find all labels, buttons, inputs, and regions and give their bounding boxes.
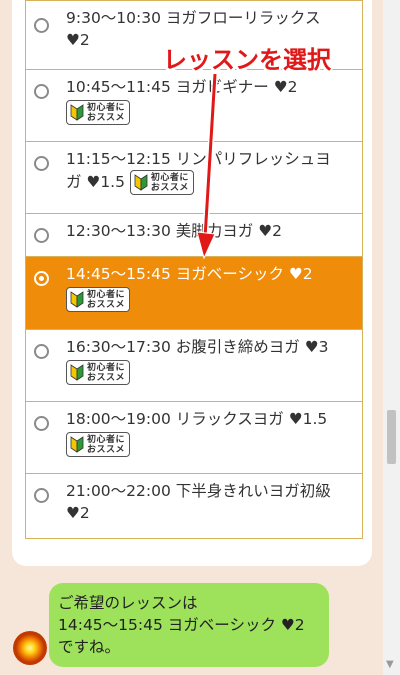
lesson-label-cont: ♥2	[66, 504, 90, 522]
scroll-down-icon[interactable]: ▼	[386, 659, 394, 670]
beginner-mark-icon	[70, 291, 84, 308]
beginner-badge: 初心者に おススメ	[66, 360, 131, 385]
lesson-option-1[interactable]: 10:45～11:45 ヨガビギナー ♥2 初心者に おススメ	[26, 69, 362, 141]
radio-button[interactable]	[34, 228, 49, 243]
lesson-option-4-selected[interactable]: 14:45～15:45 ヨガベーシック ♥2 初心者に おススメ	[26, 256, 362, 329]
lesson-list: 9:30～10:30 ヨガフローリラックス ♥2 10:45～11:45 ヨガビ…	[25, 0, 363, 539]
annotation-arrow-icon	[196, 73, 218, 260]
avatar-icon	[13, 631, 47, 665]
lesson-label: 14:45～15:45 ヨガベーシック ♥2	[66, 265, 313, 283]
scrollbar-thumb[interactable]	[387, 410, 396, 464]
lesson-label: 21:00～22:00 下半身きれいヨガ初級	[66, 482, 331, 500]
beginner-badge: 初心者に おススメ	[66, 100, 131, 125]
beginner-badge: 初心者に おススメ	[129, 170, 194, 195]
radio-button[interactable]	[34, 156, 49, 171]
radio-button[interactable]	[34, 488, 49, 503]
chat-page: 9:30～10:30 ヨガフローリラックス ♥2 10:45～11:45 ヨガビ…	[0, 0, 383, 675]
lesson-option-7[interactable]: 21:00～22:00 下半身きれいヨガ初級 ♥2	[26, 473, 362, 538]
radio-button[interactable]	[34, 344, 49, 359]
beginner-mark-icon	[70, 436, 84, 453]
lesson-option-5[interactable]: 16:30～17:30 お腹引き締めヨガ ♥3 初心者に おススメ	[26, 329, 362, 401]
lesson-label: 16:30～17:30 お腹引き締めヨガ ♥3	[66, 338, 329, 356]
chat-line-1: ご希望のレッスンは	[58, 594, 198, 612]
chat-bubble: ご希望のレッスンは 14:45～15:45 ヨガベーシック ♥2 ですね。	[49, 583, 329, 667]
radio-button-selected[interactable]	[34, 271, 49, 286]
beginner-badge: 初心者に おススメ	[66, 432, 131, 457]
radio-button[interactable]	[34, 416, 49, 431]
lesson-option-2[interactable]: 11:15～12:15 リンパリフレッシュヨ ガ ♥1.5 初心者に おススメ	[26, 141, 362, 213]
beginner-mark-icon	[70, 104, 84, 121]
radio-button[interactable]	[34, 18, 49, 33]
lesson-label-cont: ガ ♥1.5	[66, 173, 125, 191]
chat-line-2: 14:45～15:45 ヨガベーシック ♥2	[58, 616, 305, 634]
beginner-mark-icon	[134, 174, 148, 191]
beginner-badge: 初心者に おススメ	[66, 287, 131, 312]
lesson-option-6[interactable]: 18:00～19:00 リラックスヨガ ♥1.5 初心者に おススメ	[26, 401, 362, 473]
lesson-label: 18:00～19:00 リラックスヨガ ♥1.5	[66, 410, 328, 428]
chat-line-3: ですね。	[58, 638, 121, 656]
annotation-label: レッスンを選択	[163, 46, 331, 74]
lesson-option-3[interactable]: 12:30～13:30 美脚力ヨガ ♥2	[26, 213, 362, 256]
lesson-label: 9:30～10:30 ヨガフローリラックス	[66, 9, 321, 27]
scrollbar[interactable]	[383, 0, 400, 675]
radio-button[interactable]	[34, 84, 49, 99]
beginner-mark-icon	[70, 364, 84, 381]
